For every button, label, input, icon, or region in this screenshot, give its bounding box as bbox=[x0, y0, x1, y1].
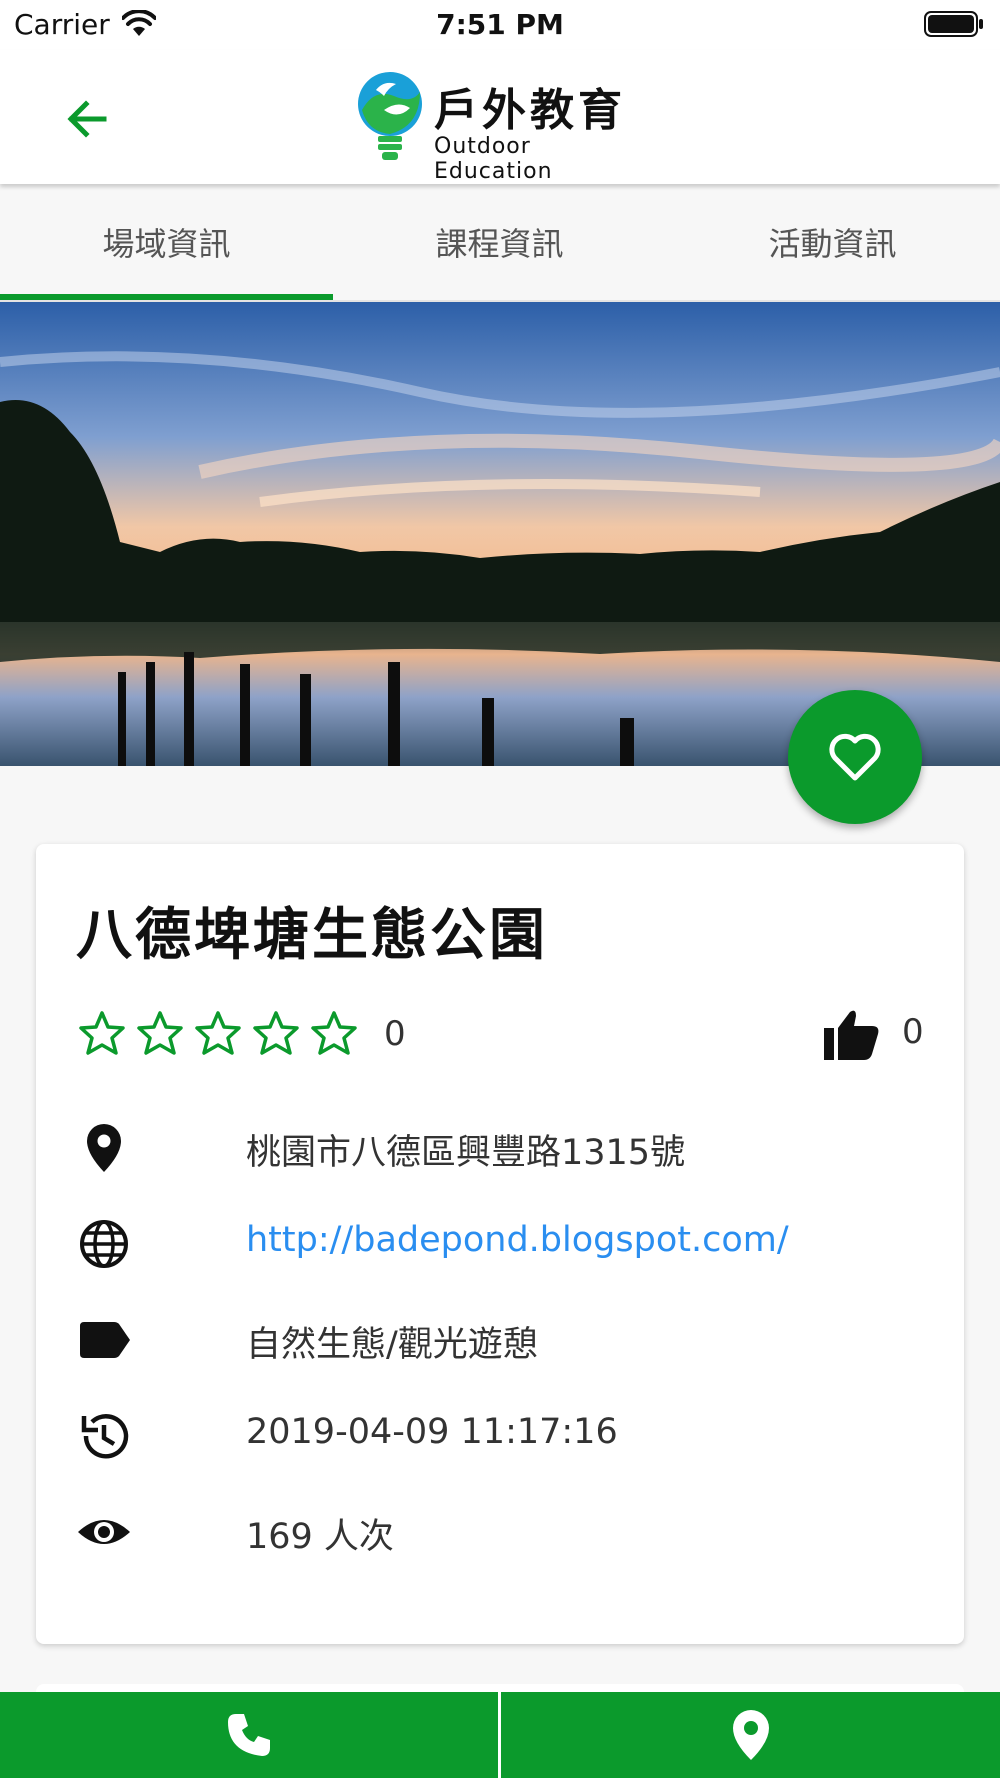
thumb-up-icon[interactable] bbox=[822, 1006, 882, 1062]
next-card-edge bbox=[36, 1684, 964, 1692]
category-row: 自然生態/觀光遊憩 bbox=[76, 1308, 936, 1368]
rating-stars[interactable] bbox=[76, 1008, 360, 1060]
status-bar: Carrier 7:51 PM bbox=[0, 0, 1000, 50]
venue-category: 自然生態/觀光遊憩 bbox=[246, 1325, 538, 1365]
address-row: 桃園市八德區興豐路1315號 bbox=[76, 1116, 936, 1176]
status-time: 7:51 PM bbox=[436, 8, 564, 41]
updated-row: 2019-04-09 11:17:16 bbox=[76, 1404, 936, 1464]
app-logo: 戶外教育 Outdoor Education bbox=[354, 70, 654, 184]
app-bar: 戶外教育 Outdoor Education bbox=[0, 50, 1000, 184]
navigate-map-button[interactable] bbox=[501, 1692, 1000, 1778]
logo-subtitle: Outdoor Education bbox=[434, 134, 553, 184]
star-outline-icon[interactable] bbox=[308, 1008, 360, 1060]
venue-view-count: 169 人次 bbox=[246, 1517, 394, 1557]
star-outline-icon[interactable] bbox=[192, 1008, 244, 1060]
star-outline-icon[interactable] bbox=[250, 1008, 302, 1060]
history-clock-icon bbox=[81, 1414, 129, 1459]
map-pin-icon bbox=[87, 1124, 121, 1172]
rating-count: 0 bbox=[384, 1014, 406, 1054]
venue-info-card: 八德埤塘生態公園 0 0 桃園市八德區興豐路1315號 http://badep… bbox=[36, 844, 964, 1644]
star-outline-icon[interactable] bbox=[76, 1008, 128, 1060]
venue-updated-time: 2019-04-09 11:17:16 bbox=[246, 1412, 618, 1452]
venue-address: 桃園市八德區興豐路1315號 bbox=[246, 1133, 686, 1173]
venue-website-link[interactable]: http://badepond.blogspot.com/ bbox=[246, 1220, 789, 1260]
lightbulb-leaf-logo-icon bbox=[358, 72, 422, 160]
venue-name: 八德埤塘生態公園 bbox=[76, 903, 548, 968]
tab-indicator bbox=[0, 294, 333, 300]
heart-outline-icon bbox=[829, 733, 881, 781]
phone-icon bbox=[228, 1714, 270, 1756]
tab-venue-info[interactable]: 場域資訊 bbox=[0, 184, 333, 300]
bottom-action-bar bbox=[0, 1692, 1000, 1778]
favorite-button[interactable] bbox=[788, 690, 922, 824]
like-count: 0 bbox=[902, 1012, 924, 1052]
globe-icon bbox=[80, 1220, 128, 1268]
location-pin-icon bbox=[732, 1710, 769, 1760]
label-tag-icon bbox=[80, 1322, 130, 1358]
views-row: 169 人次 bbox=[76, 1500, 936, 1560]
website-row: http://badepond.blogspot.com/ bbox=[76, 1212, 936, 1272]
call-button[interactable] bbox=[0, 1692, 498, 1778]
battery-icon bbox=[924, 11, 983, 37]
tab-activity-info[interactable]: 活動資訊 bbox=[666, 184, 999, 300]
logo-title: 戶外教育 bbox=[434, 85, 626, 136]
back-arrow-icon[interactable] bbox=[60, 92, 114, 146]
eye-icon bbox=[78, 1520, 130, 1544]
star-outline-icon[interactable] bbox=[134, 1008, 186, 1060]
tab-bar: 場域資訊 課程資訊 活動資訊 bbox=[0, 184, 1000, 302]
tab-course-info[interactable]: 課程資訊 bbox=[333, 184, 666, 300]
